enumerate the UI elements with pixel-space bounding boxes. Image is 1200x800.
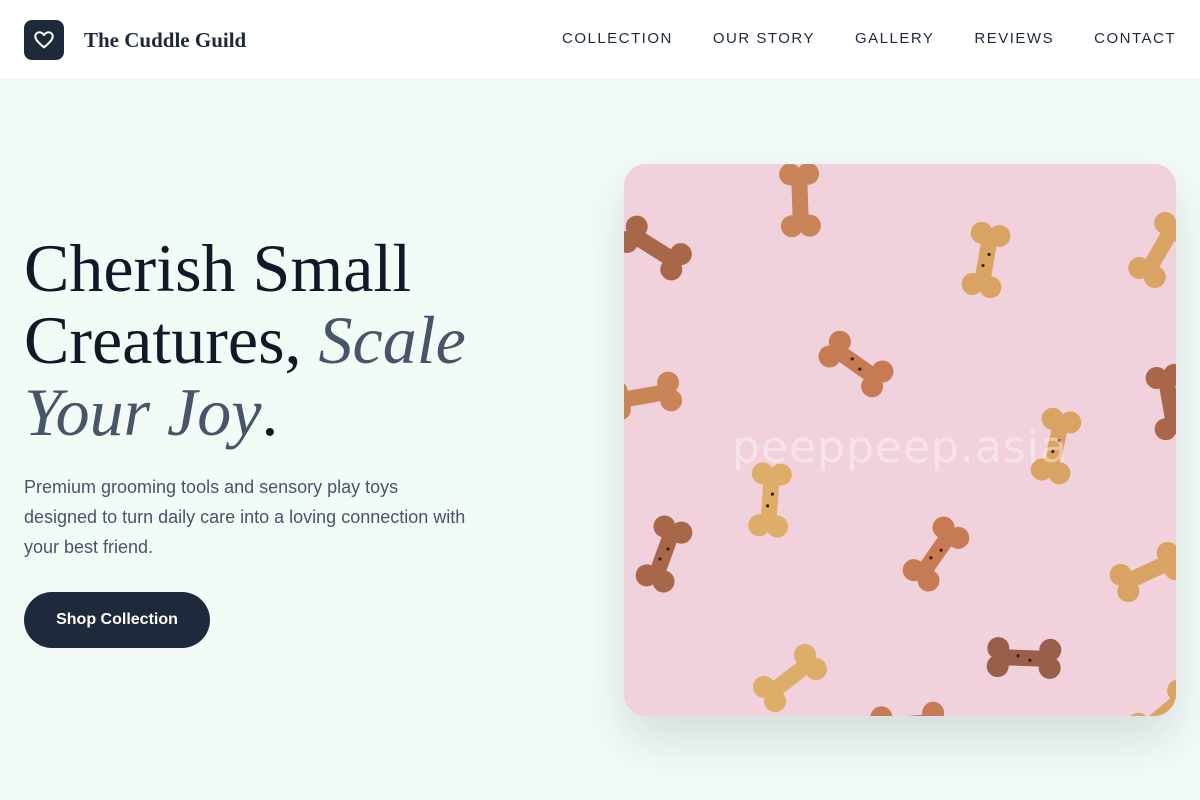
nav-reviews[interactable]: REVIEWS xyxy=(974,30,1054,47)
heart-icon xyxy=(34,31,54,49)
hero-title-line3-italic: Your Joy xyxy=(24,374,262,450)
shop-collection-button[interactable]: Shop Collection xyxy=(24,592,210,648)
hero-title: Cherish Small Creatures, Scale Your Joy. xyxy=(24,232,584,448)
logo-badge[interactable] xyxy=(24,20,64,60)
hero-image: peeppeep.asia xyxy=(624,164,1176,716)
image-watermark: peeppeep.asia xyxy=(731,422,1069,473)
main-nav: COLLECTION OUR STORY GALLERY REVIEWS CON… xyxy=(562,30,1176,47)
hero-title-line1: Cherish Small xyxy=(24,230,412,306)
nav-collection[interactable]: COLLECTION xyxy=(562,30,673,47)
hero-title-line2-plain: Creatures, xyxy=(24,302,319,378)
site-header: The Cuddle Guild COLLECTION OUR STORY GA… xyxy=(0,0,1200,80)
hero-title-period: . xyxy=(261,374,279,450)
brand-name[interactable]: The Cuddle Guild xyxy=(84,28,246,53)
nav-contact[interactable]: CONTACT xyxy=(1094,30,1176,47)
hero-title-line2-italic: Scale xyxy=(318,302,466,378)
nav-our-story[interactable]: OUR STORY xyxy=(713,30,815,47)
nav-gallery[interactable]: GALLERY xyxy=(855,30,934,47)
hero-subtitle: Premium grooming tools and sensory play … xyxy=(24,477,466,557)
